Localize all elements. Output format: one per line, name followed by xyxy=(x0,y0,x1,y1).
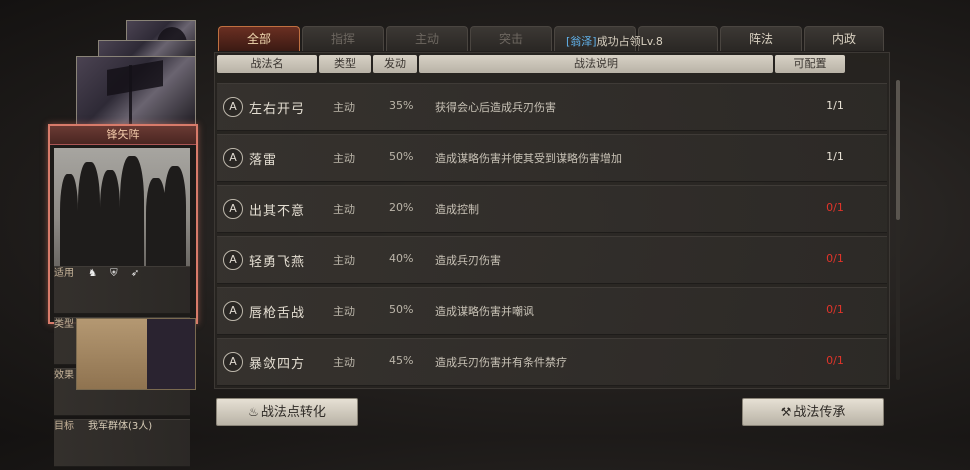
info-value: 我军群体(3人) xyxy=(88,421,153,432)
hammer-icon: ⚒ xyxy=(780,405,792,419)
scrollbar-thumb[interactable] xyxy=(896,80,900,220)
tactic-rate: 50% xyxy=(389,150,414,163)
tab-command[interactable]: 指挥 xyxy=(302,26,384,51)
tactic-type: 主动 xyxy=(333,203,355,216)
unit-type-icons: ♞ ⛨ ➶ xyxy=(88,268,145,279)
tactics-table: 战法名 类型 发动 战法说明 可配置 A 左右开弓 主动 35% 获得会心后造成… xyxy=(214,52,890,389)
tactic-name: 落雷 xyxy=(249,153,278,168)
info-key: 目标 xyxy=(54,421,74,432)
category-tabs: 全部 指挥 主动 突击 阵法 内政 xyxy=(218,26,886,51)
tactic-type: 主动 xyxy=(333,152,355,165)
grade-a-badge: A xyxy=(223,148,243,168)
card-art-figure xyxy=(147,319,195,389)
grade-a-badge: A xyxy=(223,250,243,270)
tactic-type: 主动 xyxy=(333,356,355,369)
inherit-tactic-button[interactable]: ⚒ 战法传承 xyxy=(742,398,884,426)
grade-a-badge: A xyxy=(223,301,243,321)
tab-all[interactable]: 全部 xyxy=(218,26,300,51)
tab-assault[interactable]: 突击 xyxy=(470,26,552,51)
tactic-rate: 40% xyxy=(389,252,414,265)
card-title: 锋矢阵 xyxy=(50,126,196,145)
tactic-description: 造成控制 xyxy=(435,203,479,216)
grade-a-badge: A xyxy=(223,97,243,117)
tactic-availability: 0/1 xyxy=(826,252,844,265)
tactic-type: 主动 xyxy=(333,254,355,267)
info-key: 适用 xyxy=(54,268,74,279)
droplet-icon: ♨ xyxy=(248,405,259,419)
tactic-name: 唇枪舌战 xyxy=(249,306,306,321)
notice-player-tag: [翁泽] xyxy=(566,35,597,48)
tactic-availability: 1/1 xyxy=(826,99,844,112)
notice-text: 成功占领Lv.8 xyxy=(596,35,663,48)
tactic-name: 左右开弓 xyxy=(249,102,306,117)
tactic-description: 造成兵刃伤害 xyxy=(435,254,501,267)
table-row[interactable]: A 落雷 主动 50% 造成谋略伤害并使其受到谋略伤害增加 1/1 xyxy=(217,134,887,182)
col-header-description: 战法说明 xyxy=(419,55,773,73)
tactic-rate: 35% xyxy=(389,99,414,112)
grade-a-badge: A xyxy=(223,352,243,372)
col-header-available: 可配置 xyxy=(775,55,845,73)
grade-a-badge: A xyxy=(223,199,243,219)
selected-tactic-card[interactable]: 锋矢阵 适用 ♞ ⛨ ➶ 类型 阵法 效果 增益 目标 我军群体(3人) xyxy=(48,124,198,467)
tab-internal[interactable]: 内政 xyxy=(804,26,884,51)
tactic-card-bottom[interactable] xyxy=(76,318,196,390)
inherit-button-label: 战法传承 xyxy=(793,405,846,420)
tactic-rate: 45% xyxy=(389,354,414,367)
tactic-rate: 50% xyxy=(389,303,414,316)
tactic-availability: 0/1 xyxy=(826,354,844,367)
table-row[interactable]: A 暴敛四方 主动 45% 造成兵刃伤害并有条件禁疗 0/1 xyxy=(217,338,887,386)
tactic-rate: 20% xyxy=(389,201,414,214)
tactic-type: 主动 xyxy=(333,101,355,114)
tactic-name: 轻勇飞燕 xyxy=(249,255,306,270)
tab-active[interactable]: 主动 xyxy=(386,26,468,51)
tactic-description: 造成谋略伤害并使其受到谋略伤害增加 xyxy=(435,152,622,165)
tactic-card-back-flag[interactable] xyxy=(76,56,196,128)
tactic-name: 出其不意 xyxy=(249,204,306,219)
table-row[interactable]: A 唇枪舌战 主动 50% 造成谋略伤害并嘲讽 0/1 xyxy=(217,287,887,335)
table-row[interactable]: A 左右开弓 主动 35% 获得会心后造成兵刃伤害 1/1 xyxy=(217,83,887,131)
tactic-availability: 0/1 xyxy=(826,303,844,316)
card-info-row-applicable: 适用 ♞ ⛨ ➶ xyxy=(54,266,190,314)
card-info-row-target: 目标 我军群体(3人) xyxy=(54,419,190,467)
table-row[interactable]: A 轻勇飞燕 主动 40% 造成兵刃伤害 0/1 xyxy=(217,236,887,284)
flag-silhouette xyxy=(107,60,163,96)
tactic-availability: 1/1 xyxy=(826,150,844,163)
card-art-soldiers xyxy=(54,148,190,266)
table-body: A 左右开弓 主动 35% 获得会心后造成兵刃伤害 1/1 A 落雷 主动 50… xyxy=(217,83,887,389)
tactic-description: 造成兵刃伤害并有条件禁疗 xyxy=(435,356,567,369)
convert-tactic-points-button[interactable]: ♨ 战法点转化 xyxy=(216,398,358,426)
tactic-description: 获得会心后造成兵刃伤害 xyxy=(435,101,556,114)
col-header-type: 类型 xyxy=(319,55,371,73)
tactic-availability: 0/1 xyxy=(826,201,844,214)
table-header: 战法名 类型 发动 战法说明 可配置 xyxy=(217,55,845,73)
tab-formation[interactable]: 阵法 xyxy=(720,26,802,51)
tactic-name: 暴敛四方 xyxy=(249,357,306,372)
col-header-name: 战法名 xyxy=(217,55,317,73)
pole-silhouette xyxy=(129,65,132,127)
scrolling-notice: [翁泽]成功占领Lv.8 xyxy=(566,33,663,49)
table-scrollbar[interactable] xyxy=(896,80,900,380)
table-row[interactable]: A 出其不意 主动 20% 造成控制 0/1 xyxy=(217,185,887,233)
convert-button-label: 战法点转化 xyxy=(260,405,326,420)
tactic-description: 造成谋略伤害并嘲讽 xyxy=(435,305,534,318)
tactic-type: 主动 xyxy=(333,305,355,318)
col-header-rate: 发动 xyxy=(373,55,417,73)
